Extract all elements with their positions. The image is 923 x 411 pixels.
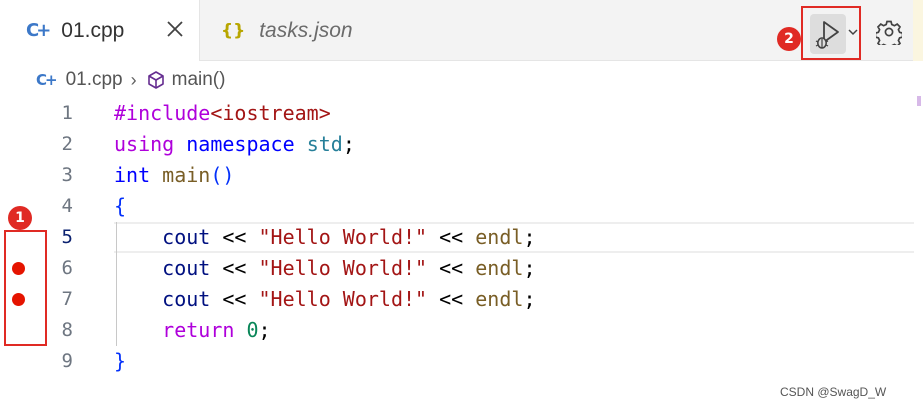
code-text[interactable]: {: [114, 191, 126, 222]
annotation-badge-1: 1: [8, 206, 32, 230]
code-text[interactable]: cout << "Hello World!" << endl;: [114, 253, 535, 284]
watermark: CSDN @SwagD_W: [780, 385, 887, 399]
breadcrumb-symbol[interactable]: main(): [172, 69, 226, 91]
code-token: ;: [342, 132, 355, 156]
chevron-right-icon: ›: [130, 69, 137, 90]
code-text[interactable]: #include<iostream>: [114, 98, 331, 129]
editor-tab-bar: C+ 01.cpp {} tasks.json 2: [0, 0, 923, 61]
code-token: ;: [258, 318, 271, 342]
code-token: ;: [523, 287, 536, 311]
code-line[interactable]: 8 return 0;: [0, 315, 923, 346]
code-editor[interactable]: 1 #include<iostream> 2 using namespace std;…: [0, 96, 923, 376]
breadcrumb-file[interactable]: 01.cpp: [66, 69, 123, 91]
code-token: }: [114, 349, 127, 373]
annotation-highlight-run: [801, 6, 861, 60]
breadcrumb: C+ 01.cpp › main(): [0, 62, 923, 98]
code-token: <<: [210, 256, 259, 280]
code-token: main: [162, 163, 211, 187]
tab-label: 01.cpp: [61, 18, 125, 42]
line-number: 3: [61, 164, 73, 186]
code-text[interactable]: cout << "Hello World!" << endl;: [114, 222, 535, 253]
method-cube-icon: [147, 71, 164, 89]
code-token: <<: [210, 225, 259, 249]
close-icon[interactable]: [164, 18, 186, 40]
code-token: "Hello World!": [258, 287, 428, 311]
code-line[interactable]: 1 #include<iostream>: [0, 98, 923, 129]
code-token: endl: [475, 256, 524, 280]
code-line[interactable]: 9}: [0, 346, 923, 377]
code-token: "Hello World!": [258, 256, 428, 280]
editor-edge-strip: [913, 0, 923, 61]
line-number: 2: [61, 133, 73, 155]
code-token: using: [114, 132, 175, 156]
code-token: "Hello World!": [258, 225, 428, 249]
code-token: {: [114, 194, 127, 218]
code-token: 0: [246, 318, 259, 342]
line-number: 9: [61, 350, 73, 372]
annotation-highlight-gutter: [4, 230, 47, 346]
code-token: int: [114, 163, 151, 187]
code-text[interactable]: using namespace std;: [114, 129, 355, 160]
code-text[interactable]: cout << "Hello World!" << endl;: [114, 284, 535, 315]
code-token: namespace: [186, 132, 295, 156]
tab-tasks-json[interactable]: {} tasks.json: [201, 0, 441, 61]
debug-play-icon: [815, 21, 839, 49]
code-token: return: [162, 318, 235, 342]
code-token: cout: [162, 287, 211, 311]
code-line[interactable]: 7 cout << "Hello World!" << endl;: [0, 284, 923, 315]
code-token: ;: [523, 256, 536, 280]
code-token: <<: [427, 225, 476, 249]
code-token: endl: [475, 225, 524, 249]
code-text[interactable]: return 0;: [114, 315, 271, 346]
chevron-down-icon[interactable]: [847, 26, 859, 38]
json-file-icon: {}: [221, 20, 246, 41]
code-token: #include: [114, 101, 211, 125]
code-line[interactable]: 5 cout << "Hello World!" << endl;: [0, 222, 923, 253]
line-number: 1: [61, 102, 73, 124]
code-token: cout: [162, 225, 211, 249]
tab-01-cpp[interactable]: C+ 01.cpp: [0, 0, 200, 61]
code-token: cout: [162, 256, 211, 280]
code-token: <<: [427, 256, 476, 280]
code-token: ;: [523, 225, 536, 249]
code-token: <iostream>: [210, 101, 331, 125]
code-token: (): [210, 163, 235, 187]
code-line[interactable]: 4{: [0, 191, 923, 222]
gear-icon[interactable]: [876, 19, 902, 45]
tab-label: tasks.json: [259, 18, 353, 42]
code-token: <<: [210, 287, 259, 311]
annotation-badge-2: 2: [777, 27, 801, 51]
code-token: endl: [475, 287, 524, 311]
code-text[interactable]: }: [114, 346, 126, 377]
code-text[interactable]: int main(): [114, 160, 234, 191]
run-debug-button[interactable]: [810, 14, 846, 54]
code-line[interactable]: 6 cout << "Hello World!" << endl;: [0, 253, 923, 284]
cpp-file-icon: C+: [26, 20, 51, 41]
cpp-file-icon: C+: [36, 71, 58, 89]
code-line[interactable]: 2 using namespace std;: [0, 129, 923, 160]
code-token: std: [306, 132, 343, 156]
line-number: 4: [61, 195, 73, 217]
code-line[interactable]: 3 int main(): [0, 160, 923, 191]
code-token: <<: [427, 287, 476, 311]
